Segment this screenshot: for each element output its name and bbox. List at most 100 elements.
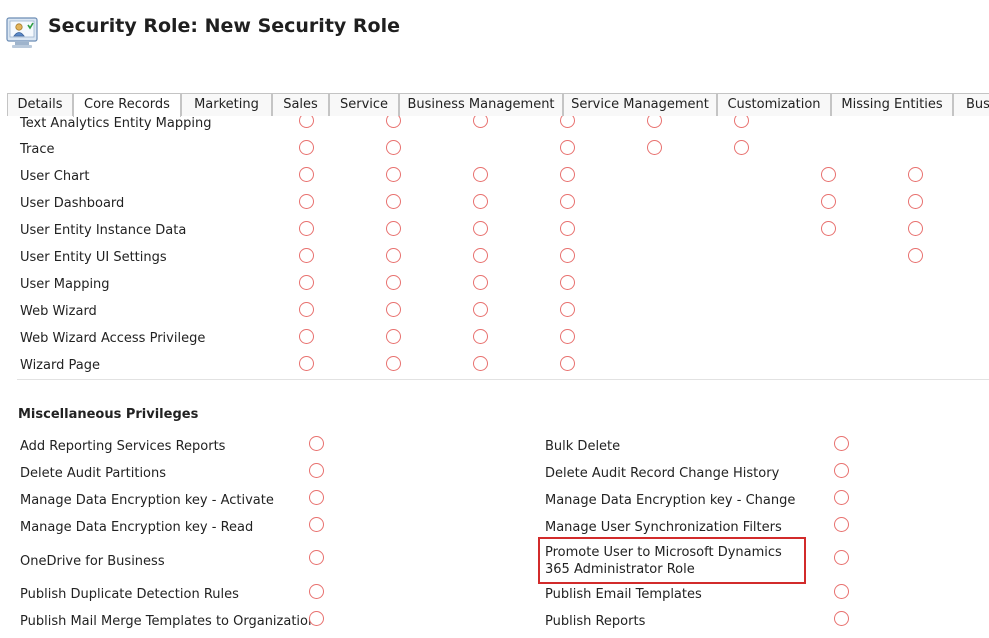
misc-privilege-radio[interactable] — [309, 611, 324, 626]
privilege-radio-read[interactable] — [386, 275, 401, 290]
privilege-radio-create[interactable] — [299, 194, 314, 209]
privilege-radio-create[interactable] — [299, 356, 314, 371]
privilege-radio-share[interactable] — [908, 194, 923, 209]
privilege-radio-create[interactable] — [299, 140, 314, 155]
privilege-radio-delete[interactable] — [560, 167, 575, 182]
privilege-radio-delete[interactable] — [560, 140, 575, 155]
misc-privilege-radio[interactable] — [834, 490, 849, 505]
privilege-radio-delete[interactable] — [560, 275, 575, 290]
privilege-radio-create[interactable] — [299, 248, 314, 263]
privilege-radio-assign[interactable] — [821, 167, 836, 182]
privilege-radio-share[interactable] — [908, 221, 923, 236]
privilege-radio-create[interactable] — [299, 116, 314, 128]
tab-service-management[interactable]: Service Management — [563, 93, 717, 116]
misc-privilege-label: Add Reporting Services Reports — [20, 439, 226, 454]
privilege-radio-delete[interactable] — [560, 194, 575, 209]
privilege-radio-read[interactable] — [386, 116, 401, 128]
privilege-radio-create[interactable] — [299, 167, 314, 182]
privilege-radio-read[interactable] — [386, 167, 401, 182]
privilege-radio-append[interactable] — [647, 116, 662, 128]
misc-privilege-label: Manage User Synchronization Filters — [545, 520, 782, 535]
tab-missing-entities[interactable]: Missing Entities — [831, 93, 953, 116]
misc-privilege-radio[interactable] — [834, 436, 849, 451]
misc-privilege-label: Publish Mail Merge Templates to Organiza… — [20, 614, 317, 629]
privilege-radio-read[interactable] — [386, 140, 401, 155]
privilege-radio-read[interactable] — [386, 302, 401, 317]
misc-privilege-radio[interactable] — [309, 436, 324, 451]
entity-row-label: Web Wizard Access Privilege — [20, 331, 206, 346]
tab-core-records[interactable]: Core Records — [73, 93, 181, 117]
misc-privilege-label: OneDrive for Business — [20, 554, 165, 569]
privilege-radio-write[interactable] — [473, 116, 488, 128]
privilege-radio-read[interactable] — [386, 356, 401, 371]
misc-privilege-label: Manage Data Encryption key - Change — [545, 493, 796, 508]
misc-privilege-label: Bulk Delete — [545, 439, 621, 454]
misc-privilege-label: Manage Data Encryption key - Activate — [20, 493, 274, 508]
misc-privilege-radio[interactable] — [834, 584, 849, 599]
misc-privilege-radio[interactable] — [834, 517, 849, 532]
tab-bar: Details Core Records Marketing Sales Ser… — [7, 93, 989, 117]
misc-privilege-label: Delete Audit Partitions — [20, 466, 167, 481]
misc-privilege-radio[interactable] — [834, 550, 849, 565]
misc-privilege-radio[interactable] — [309, 490, 324, 505]
tab-details[interactable]: Details — [7, 93, 73, 116]
misc-privilege-label: Publish Email Templates — [545, 587, 702, 602]
privilege-radio-read[interactable] — [386, 248, 401, 263]
misc-privilege-radio[interactable] — [309, 463, 324, 478]
misc-privilege-label: Manage Data Encryption key - Read — [20, 520, 254, 535]
misc-privilege-radio[interactable] — [834, 611, 849, 626]
privilege-radio-create[interactable] — [299, 221, 314, 236]
privilege-radio-delete[interactable] — [560, 221, 575, 236]
entity-row-label: Trace — [20, 142, 55, 157]
privilege-radio-read[interactable] — [386, 194, 401, 209]
misc-privilege-label: Publish Duplicate Detection Rules — [20, 587, 239, 602]
misc-privilege-radio[interactable] — [309, 517, 324, 532]
privilege-radio-assign[interactable] — [821, 221, 836, 236]
tab-business-truncated[interactable]: Bus — [953, 93, 989, 116]
tab-customization[interactable]: Customization — [717, 93, 831, 116]
privilege-radio-write[interactable] — [473, 221, 488, 236]
section-divider — [17, 379, 989, 380]
privilege-radio-write[interactable] — [473, 329, 488, 344]
entity-row-label: Text Analytics Entity Mapping — [20, 116, 212, 131]
privilege-radio-create[interactable] — [299, 275, 314, 290]
privilege-radio-write[interactable] — [473, 302, 488, 317]
privilege-radio-assign[interactable] — [821, 194, 836, 209]
tab-sales[interactable]: Sales — [272, 93, 329, 116]
privilege-radio-write[interactable] — [473, 356, 488, 371]
privilege-radio-read[interactable] — [386, 329, 401, 344]
entity-row-label: User Entity UI Settings — [20, 250, 167, 265]
privilege-radio-append-to[interactable] — [734, 140, 749, 155]
entity-row-label: User Chart — [20, 169, 90, 184]
privilege-radio-delete[interactable] — [560, 116, 575, 128]
tab-business-management[interactable]: Business Management — [399, 93, 563, 116]
privilege-radio-write[interactable] — [473, 275, 488, 290]
privilege-radio-append[interactable] — [647, 140, 662, 155]
privilege-radio-create[interactable] — [299, 329, 314, 344]
entity-row-label: User Entity Instance Data — [20, 223, 187, 238]
tab-marketing[interactable]: Marketing — [181, 93, 272, 116]
privilege-radio-share[interactable] — [908, 167, 923, 182]
misc-privilege-radio[interactable] — [834, 463, 849, 478]
privilege-radio-share[interactable] — [908, 248, 923, 263]
privilege-radio-delete[interactable] — [560, 329, 575, 344]
tab-service[interactable]: Service — [329, 93, 399, 116]
privilege-radio-write[interactable] — [473, 248, 488, 263]
privilege-radio-read[interactable] — [386, 221, 401, 236]
security-role-icon — [6, 16, 40, 50]
privilege-radio-append-to[interactable] — [734, 116, 749, 128]
privilege-radio-create[interactable] — [299, 302, 314, 317]
misc-privilege-label-highlighted: Promote User to Microsoft Dynamics 365 A… — [545, 545, 782, 577]
misc-privilege-label: Delete Audit Record Change History — [545, 466, 780, 481]
entity-row-label: User Dashboard — [20, 196, 125, 211]
misc-privilege-radio[interactable] — [309, 550, 324, 565]
misc-privilege-label: Publish Reports — [545, 614, 646, 629]
privilege-radio-delete[interactable] — [560, 302, 575, 317]
privilege-radio-delete[interactable] — [560, 356, 575, 371]
misc-privilege-radio[interactable] — [309, 584, 324, 599]
privilege-radio-delete[interactable] — [560, 248, 575, 263]
core-records-panel: Text Analytics Entity Mapping Trace User… — [0, 116, 989, 638]
privilege-radio-write[interactable] — [473, 167, 488, 182]
misc-privileges-heading: Miscellaneous Privileges — [18, 407, 199, 422]
privilege-radio-write[interactable] — [473, 194, 488, 209]
